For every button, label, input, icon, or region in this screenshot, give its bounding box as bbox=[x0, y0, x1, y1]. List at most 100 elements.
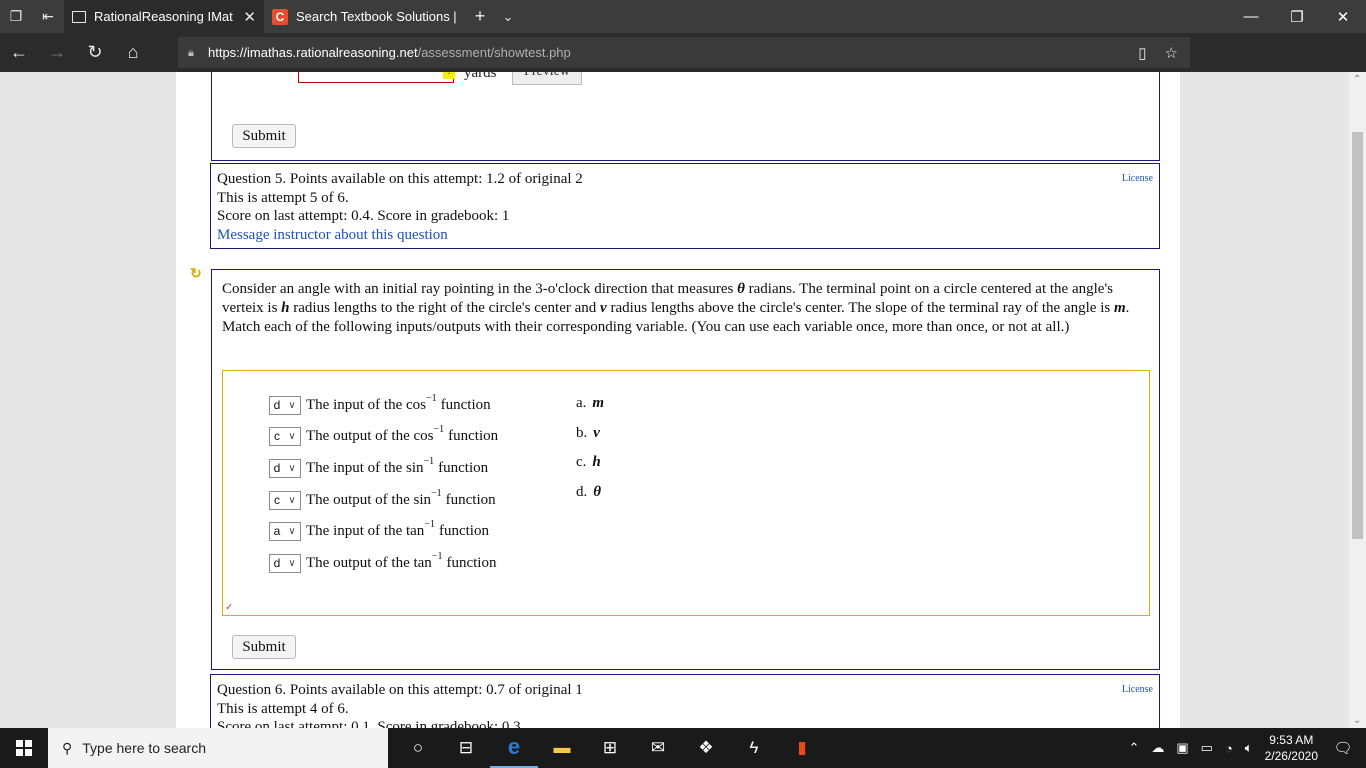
page-viewport: ! yards Preview Submit Question 5. Point… bbox=[0, 72, 1366, 728]
tab-search-textbook[interactable]: C Search Textbook Solutions | bbox=[264, 0, 464, 33]
submit-button[interactable]: Submit bbox=[232, 635, 296, 659]
match-select[interactable]: d ∨ bbox=[269, 553, 301, 573]
attempt-count: This is attempt 5 of 6. bbox=[217, 189, 349, 206]
match-select[interactable]: c ∨ bbox=[269, 426, 301, 446]
match-select[interactable]: a ∨ bbox=[269, 521, 301, 541]
chevron-down-icon: ∨ bbox=[288, 399, 296, 411]
browser-tab-bar: ❐ ⇤ RationalReasoning IMat ✕ C Search Te… bbox=[0, 0, 1366, 33]
question-5-box: Consider an angle with an initial ray po… bbox=[211, 269, 1160, 670]
home-icon[interactable]: ⌂ bbox=[114, 33, 152, 72]
windows-taskbar: ⚲ Type here to search ○ ⊟ e ▬ ⊞ ✉ ❖ ϟ ▮ … bbox=[0, 728, 1366, 768]
time: 9:53 AM bbox=[1269, 733, 1314, 747]
option-item: b. v bbox=[576, 425, 600, 441]
tab-title: RationalReasoning IMat bbox=[94, 9, 233, 24]
office-icon[interactable]: ▮ bbox=[778, 728, 826, 768]
app-bolt-icon[interactable]: ϟ bbox=[730, 728, 778, 768]
partial-credit-icon: ✓ bbox=[225, 602, 234, 613]
scrollbar-thumb[interactable] bbox=[1352, 132, 1363, 539]
start-button[interactable] bbox=[0, 728, 48, 768]
match-row: c ∨ The output of the sin −1 function bbox=[269, 488, 496, 510]
chevron-down-icon: ∨ bbox=[288, 462, 296, 474]
lock-icon: 🔒︎ bbox=[188, 46, 194, 59]
tray-app-icon[interactable]: ▣ bbox=[1176, 740, 1188, 756]
scroll-down-icon[interactable]: ⌄ bbox=[1353, 715, 1361, 726]
preview-button[interactable]: Preview bbox=[512, 72, 582, 85]
volume-icon[interactable]: 🔈︎ bbox=[1245, 740, 1253, 756]
refresh-icon[interactable]: ↻ bbox=[76, 33, 114, 72]
chegg-favicon-icon: C bbox=[272, 8, 288, 25]
onedrive-icon[interactable]: ☁ bbox=[1151, 740, 1164, 756]
tab-list-chevron-icon[interactable]: ⌄ bbox=[496, 9, 520, 25]
cortana-icon[interactable]: ○ bbox=[394, 728, 442, 768]
url-path: /assessment/showtest.php bbox=[417, 45, 571, 60]
system-tray: ⌃ ☁ ▣ ▭ ◔ 🔈︎ 9:53 AM 2/26/2020 🗨︎ bbox=[1128, 732, 1366, 764]
reading-view-icon[interactable]: ▯ bbox=[1138, 44, 1146, 62]
submit-button[interactable]: Submit bbox=[232, 124, 296, 148]
favorite-star-icon[interactable]: ☆ bbox=[1165, 44, 1178, 62]
match-row: d ∨ The input of the sin −1 function bbox=[269, 456, 488, 478]
minimize-icon[interactable]: — bbox=[1228, 0, 1274, 33]
assessment-page: ! yards Preview Submit Question 5. Point… bbox=[176, 72, 1180, 728]
back-icon[interactable]: ← bbox=[0, 33, 38, 72]
battery-icon[interactable]: ▭ bbox=[1201, 740, 1213, 756]
windows-logo-icon bbox=[16, 740, 32, 756]
attempt-count: This is attempt 4 of 6. bbox=[217, 700, 349, 717]
taskbar-search-box[interactable]: ⚲ Type here to search bbox=[48, 728, 388, 768]
clock[interactable]: 9:53 AM 2/26/2020 bbox=[1265, 732, 1318, 764]
match-select[interactable]: d ∨ bbox=[269, 395, 301, 415]
task-view-icon[interactable]: ⊟ bbox=[442, 728, 490, 768]
scroll-up-icon[interactable]: ⌃ bbox=[1353, 74, 1361, 85]
matching-area: d ∨ The input of the cos −1 function c ∨ The… bbox=[222, 370, 1150, 616]
search-placeholder: Type here to search bbox=[82, 740, 207, 756]
tab-title: Search Textbook Solutions | bbox=[296, 9, 456, 24]
option-item: d. θ bbox=[576, 484, 602, 500]
tabs-aside-icon[interactable]: ⇤ bbox=[32, 0, 64, 33]
vertical-scrollbar[interactable]: ⌃ ⌄ bbox=[1349, 72, 1366, 728]
forward-icon[interactable]: → bbox=[38, 33, 76, 72]
option-item: c. h bbox=[576, 454, 601, 470]
match-select[interactable]: d ∨ bbox=[269, 458, 301, 478]
page-icon bbox=[72, 10, 86, 23]
answer-input[interactable]: ! bbox=[298, 72, 455, 83]
edge-icon[interactable]: e bbox=[490, 728, 538, 768]
close-window-icon[interactable]: ✕ bbox=[1320, 0, 1366, 33]
license-link[interactable]: License bbox=[1122, 170, 1153, 189]
regenerate-question-icon[interactable]: ↻ bbox=[190, 268, 204, 282]
store-icon[interactable]: ⊞ bbox=[586, 728, 634, 768]
question-5-info: Question 5. Points available on this att… bbox=[210, 163, 1160, 249]
notification-icon[interactable]: 🗨︎ bbox=[1330, 739, 1356, 757]
tab-rationalreasoning[interactable]: RationalReasoning IMat ✕ bbox=[64, 0, 264, 33]
address-bar[interactable]: 🔒︎ https://imathas.rationalreasoning.net… bbox=[178, 37, 1190, 68]
score-summary: Score on last attempt: 0.1. Score in gra… bbox=[217, 719, 521, 728]
new-tab-icon[interactable]: + bbox=[464, 6, 496, 27]
chevron-down-icon: ∨ bbox=[288, 557, 296, 569]
message-instructor-link[interactable]: Message instructor about this question bbox=[217, 226, 1153, 245]
restore-icon[interactable]: ❐ bbox=[1274, 0, 1320, 33]
license-link[interactable]: License bbox=[1122, 681, 1153, 700]
points-available: Question 6. Points available on this att… bbox=[217, 682, 583, 698]
chevron-down-icon: ∨ bbox=[288, 494, 296, 506]
set-aside-tabs-icon[interactable]: ❐ bbox=[0, 0, 32, 33]
question-6-info: Question 6. Points available on this att… bbox=[210, 674, 1160, 728]
score-summary: Score on last attempt: 0.4. Score in gra… bbox=[217, 208, 510, 224]
question-text: Consider an angle with an initial ray po… bbox=[222, 281, 1130, 335]
units-label: yards bbox=[464, 72, 497, 81]
tray-chevron-up-icon[interactable]: ⌃ bbox=[1128, 740, 1139, 756]
date: 2/26/2020 bbox=[1264, 749, 1318, 763]
match-row: d ∨ The input of the cos −1 function bbox=[269, 393, 491, 415]
dropbox-icon[interactable]: ❖ bbox=[682, 728, 730, 768]
warning-icon: ! bbox=[443, 72, 455, 79]
search-icon: ⚲ bbox=[62, 739, 73, 756]
mail-icon[interactable]: ✉ bbox=[634, 728, 682, 768]
address-toolbar: ← → ↻ ⌂ 🔒︎ https://imathas.rationalreaso… bbox=[0, 33, 1366, 95]
close-tab-icon[interactable]: ✕ bbox=[243, 8, 256, 26]
previous-question-box: ! yards Preview Submit bbox=[211, 72, 1160, 161]
file-explorer-icon[interactable]: ▬ bbox=[538, 728, 586, 768]
chevron-down-icon: ∨ bbox=[288, 430, 296, 442]
points-available: Question 5. Points available on this att… bbox=[217, 171, 583, 187]
match-select[interactable]: c ∨ bbox=[269, 490, 301, 510]
url-host: https://imathas.rationalreasoning.net bbox=[208, 45, 418, 60]
match-row: d ∨ The output of the tan −1 function bbox=[269, 551, 496, 573]
match-row: a ∨ The input of the tan −1 function bbox=[269, 519, 489, 541]
wifi-icon[interactable]: ◔ bbox=[1225, 741, 1233, 756]
